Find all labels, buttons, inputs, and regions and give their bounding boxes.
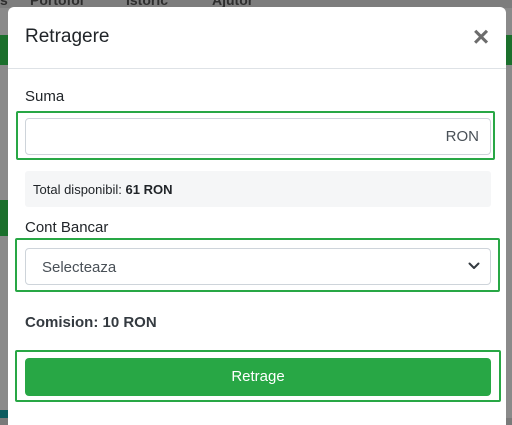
background-nav-item: s [0, 0, 8, 8]
background-header-bar [0, 35, 8, 65]
background-header-bar [506, 35, 512, 65]
close-icon: × [472, 21, 490, 52]
bank-account-selected: Selecteaza [42, 259, 117, 276]
available-balance-value: 61 RON [125, 182, 173, 197]
withdraw-button[interactable]: Retrage [25, 358, 491, 396]
bank-account-select[interactable]: Selecteaza [25, 248, 491, 285]
available-balance-label: Total disponibil: [33, 182, 122, 197]
chevron-down-icon [468, 262, 480, 269]
bank-account-label: Cont Bancar [25, 219, 109, 236]
modal-header: Retragere × [8, 7, 506, 69]
amount-label: Suma [25, 88, 65, 105]
available-balance-text: Total disponibil: 61 RON [33, 182, 172, 197]
withdraw-modal: Retragere × Suma RON Total disponibil: 6… [8, 7, 506, 425]
currency-suffix: RON [445, 128, 479, 145]
commission-text: Comision: 10 RON [25, 314, 157, 331]
available-balance: Total disponibil: 61 RON [25, 171, 491, 207]
close-button[interactable]: × [470, 21, 492, 52]
modal-title: Retragere [25, 26, 110, 47]
amount-input[interactable]: RON [25, 118, 491, 155]
background-panel-bar [0, 200, 8, 236]
